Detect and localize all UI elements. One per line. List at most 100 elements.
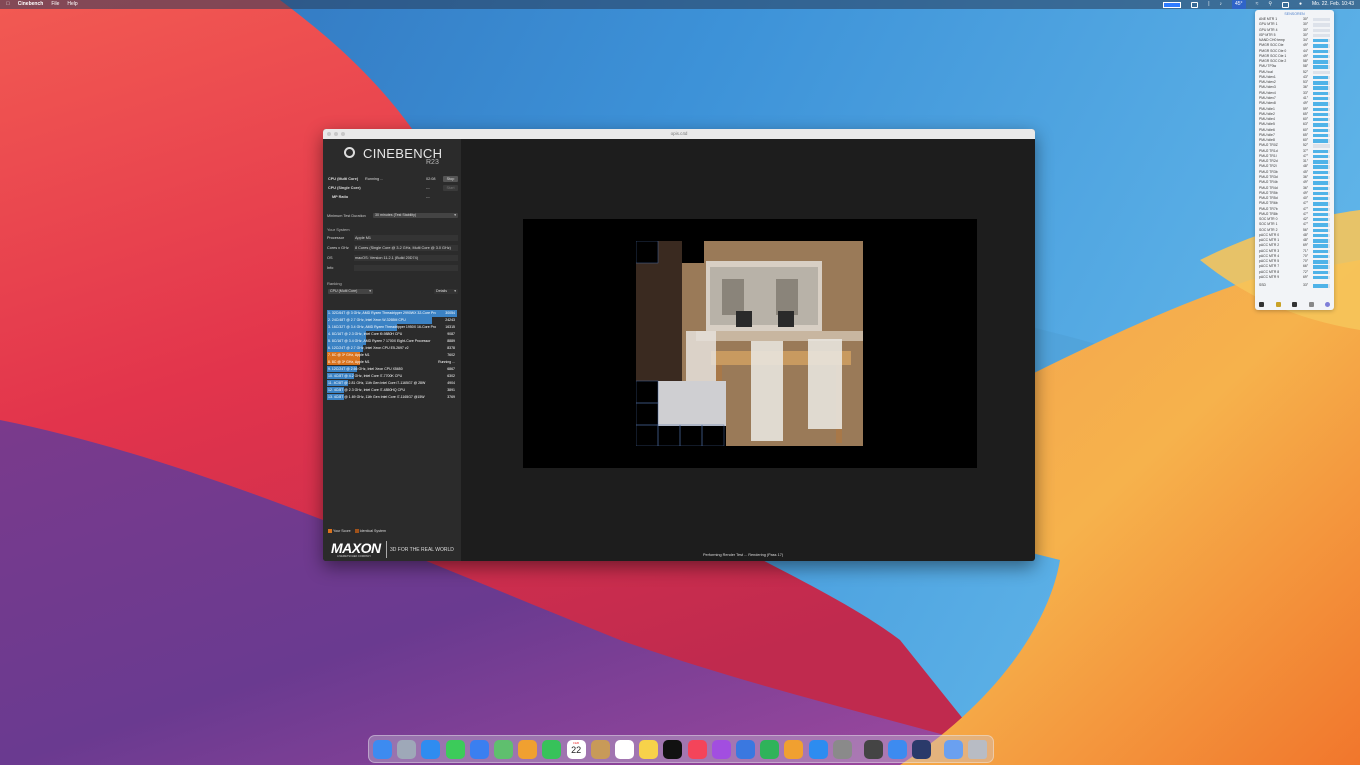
menu-help[interactable]: Help xyxy=(67,0,77,9)
maxon-branding: MAXON A NEMETSCHEK COMPANY 3D FOR THE RE… xyxy=(331,540,459,560)
sensor-bar xyxy=(1313,70,1330,75)
safari-alt-icon[interactable] xyxy=(888,740,908,759)
ranking-row[interactable]: 5. 8C/16T @ 3.4 GHz, AMD Ryzen 7 1700X E… xyxy=(327,337,457,345)
ranking-row[interactable]: 13. 4C/8T @ 1.69 GHz, 11th Gen Intel Cor… xyxy=(327,393,457,401)
ranking-heading: Ranking xyxy=(327,281,342,286)
music-note-icon[interactable]: ♪ xyxy=(1220,0,1223,9)
app-menu-name[interactable]: Cinebench xyxy=(18,0,44,9)
temperature-menu[interactable]: 45° xyxy=(1232,0,1246,9)
messages-icon[interactable] xyxy=(445,740,465,759)
safari-icon[interactable] xyxy=(421,740,441,759)
final-cut-icon[interactable] xyxy=(864,740,883,759)
sensor-bar xyxy=(1313,65,1330,69)
stop-button[interactable]: Stop xyxy=(443,176,458,182)
maxon-logo: MAXON xyxy=(331,540,381,556)
info-value: Apple M1 xyxy=(354,235,458,241)
sensor-panel: SENSOREN ANE MTR 1 30° GPU MTR 1 30° GPU MTR… xyxy=(1255,10,1334,310)
your-system-heading: Your System xyxy=(327,227,350,232)
calendar-day: 22 xyxy=(571,745,582,755)
ranking-row[interactable]: 4. 8C/16T @ 2.3 GHz, Intel Core i9-9880H… xyxy=(327,330,457,338)
ranking-row[interactable]: 11. 4C/8T @ 2.81 GHz, 11th Gen Intel Cor… xyxy=(327,379,457,387)
minimize-button[interactable] xyxy=(334,132,338,136)
ranking-score: 6302 xyxy=(447,373,455,378)
ranking-row[interactable]: 9. 12C/24T @ 2.66 GHz, Intel Xeon CPU X5… xyxy=(327,365,457,373)
apple-tv-icon[interactable] xyxy=(663,740,683,759)
ranking-row[interactable]: 1. 32C/64T @ 3 GHz, AMD Ryzen Threadripp… xyxy=(327,310,457,317)
battery-panel-icon[interactable] xyxy=(1292,302,1297,307)
ranking-row[interactable]: 12. 4C/8T @ 2.3 GHz, Intel Core i7-4850H… xyxy=(327,386,457,394)
ranking-score: 6867 xyxy=(447,366,455,371)
control-center-icon[interactable] xyxy=(1281,1,1289,8)
photos-icon[interactable] xyxy=(518,740,538,759)
wifi-icon[interactable]: ≈ xyxy=(1256,0,1259,9)
ranking-row[interactable]: 2. 24C/48T @ 2.7 GHz, Intel Xeon W-3265M… xyxy=(327,316,457,324)
logo-version: R23 xyxy=(426,159,439,166)
ranking-row[interactable]: 3. 16C/32T @ 3.4 GHz, AMD Ryzen Threadri… xyxy=(327,323,457,331)
music-icon[interactable] xyxy=(687,740,707,759)
facetime-icon[interactable] xyxy=(542,740,562,759)
mail-icon[interactable] xyxy=(469,740,489,759)
start-button[interactable]: Start xyxy=(443,185,458,191)
apple-menu-icon[interactable]:  xyxy=(6,0,10,9)
dock: FEB 22 xyxy=(368,735,994,763)
battery-icon[interactable] xyxy=(1163,1,1182,8)
sensor-bar xyxy=(1313,244,1330,248)
ranking-score: 3891 xyxy=(447,387,455,392)
system-preferences-icon[interactable] xyxy=(832,740,852,759)
plug-icon[interactable] xyxy=(1308,302,1314,307)
notes-icon[interactable] xyxy=(639,740,659,759)
podcasts-icon[interactable] xyxy=(711,740,731,759)
cinebench-icon[interactable] xyxy=(912,740,932,759)
info-value: macOS: Version 11.2.1 (Build 20D74) xyxy=(354,255,458,261)
ranking-select[interactable]: CPU (Multi Core) ▾ xyxy=(328,289,373,294)
maps-icon[interactable] xyxy=(494,740,513,759)
sensor-bar xyxy=(1313,33,1330,38)
cpu-meter-icon[interactable] xyxy=(1191,1,1199,8)
min-duration-select[interactable]: 30 minutes (Test Stability) ▾ xyxy=(373,213,458,218)
fan-icon[interactable] xyxy=(1275,302,1281,307)
sensor-icon[interactable] xyxy=(1259,302,1264,307)
ranking-score: Running ... xyxy=(438,359,455,364)
ranking-row[interactable]: 8. 8C @ 3* GHz, Apple M1 Running ... xyxy=(327,358,457,366)
window-titlebar[interactable]: opis.c4d xyxy=(323,129,1035,139)
ranking-row[interactable]: 10. 4C/8T @ 4.2 GHz, Intel Core i7-7700K… xyxy=(327,372,457,380)
zoom-button[interactable] xyxy=(341,132,345,136)
numbers-icon[interactable] xyxy=(760,740,780,759)
reminders-icon[interactable] xyxy=(615,740,634,759)
sensor-value: 69° xyxy=(1303,275,1309,280)
launchpad-icon[interactable] xyxy=(397,740,417,759)
pages-icon[interactable] xyxy=(784,740,804,759)
trash-icon[interactable] xyxy=(967,740,987,759)
ranking-entry: 6. 12C/24T @ 2.7 GHz, Intel Xeon CPU E5-… xyxy=(328,345,409,350)
search-icon[interactable]: ⚲ xyxy=(1268,0,1272,9)
test-status: Running ... xyxy=(365,177,384,181)
finder-icon[interactable] xyxy=(373,740,392,759)
sensor-value: 33° xyxy=(1303,283,1309,288)
bar-icon[interactable]: | xyxy=(1208,0,1209,9)
cinebench-window: opis.c4d CINEBENCH R23 CPU (Multi Core) … xyxy=(323,129,1035,561)
calendar-icon[interactable]: FEB 22 xyxy=(566,740,586,759)
info-value[interactable] xyxy=(354,265,458,271)
info-key: Processor xyxy=(327,236,345,240)
finder-folder-icon[interactable] xyxy=(943,740,963,759)
siri-icon[interactable]: ● xyxy=(1299,0,1302,9)
sensor-bar xyxy=(1313,239,1330,243)
keynote-icon[interactable] xyxy=(736,740,755,759)
menu-file[interactable]: File xyxy=(51,0,59,9)
ranking-score: 3769 xyxy=(447,394,455,399)
chevron-down-icon: ▾ xyxy=(454,289,456,293)
test-label: MP Ratio xyxy=(332,195,349,199)
app-store-icon[interactable] xyxy=(808,740,828,759)
ranking-row[interactable]: 7. 8C @ 3* GHz, Apple M1 7602 xyxy=(327,351,457,359)
settings-icon[interactable] xyxy=(1325,302,1330,307)
sensor-bar xyxy=(1313,218,1330,222)
ranking-score: 4904 xyxy=(447,380,455,385)
info-row-info: Info xyxy=(327,264,458,272)
sensor-bar xyxy=(1313,260,1330,264)
ranking-row[interactable]: 6. 12C/24T @ 2.7 GHz, Intel Xeon CPU E5-… xyxy=(327,344,457,352)
menu-clock[interactable]: Mo. 22. Feb. 10:43 xyxy=(1312,0,1354,9)
details-button[interactable]: Details ▾ xyxy=(434,289,458,294)
menu-bar:  Cinebench File Help | ♪ 45° ≈ ⚲ ● Mo. … xyxy=(0,0,1360,9)
contacts-icon[interactable] xyxy=(590,740,610,759)
close-button[interactable] xyxy=(327,132,331,136)
